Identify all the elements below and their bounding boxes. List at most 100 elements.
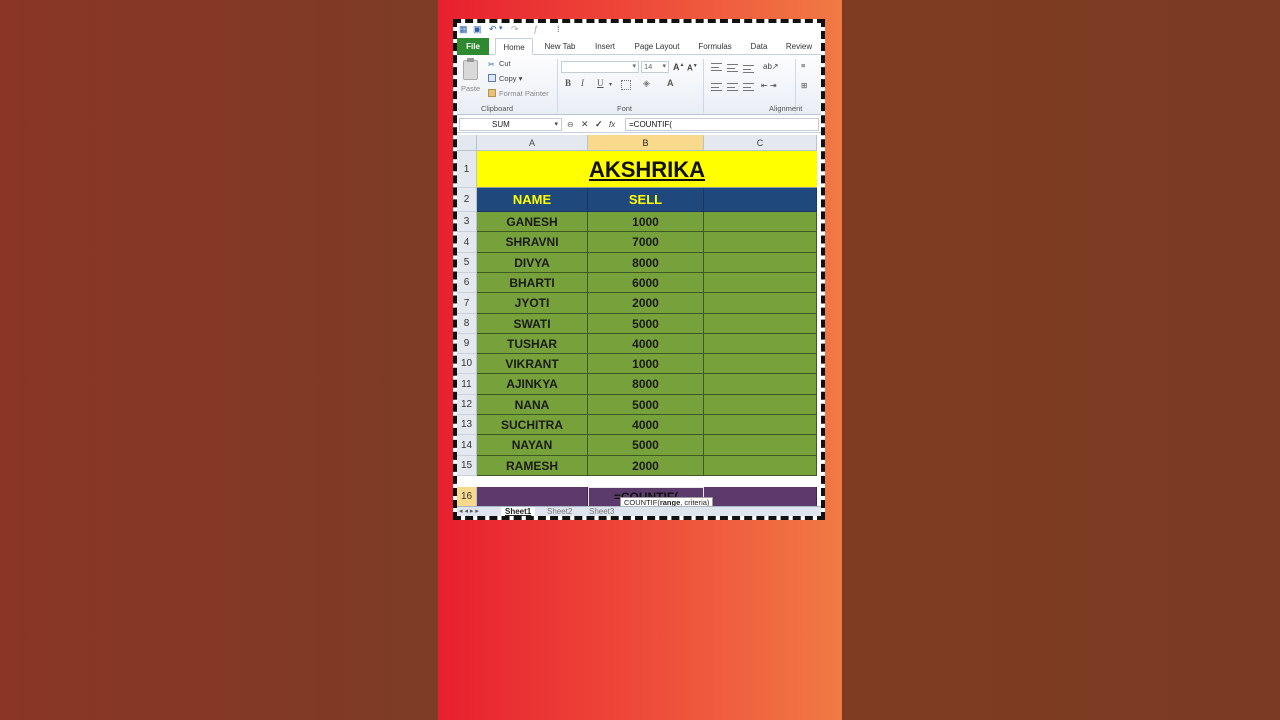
save-icon[interactable]: ▣ bbox=[473, 24, 482, 35]
borders-icon[interactable] bbox=[621, 80, 631, 90]
align-left-icon[interactable] bbox=[711, 83, 722, 91]
tab-file[interactable]: File bbox=[457, 38, 489, 55]
row-header-2[interactable]: 2 bbox=[457, 188, 477, 212]
cell-c16[interactable] bbox=[704, 487, 817, 507]
function-icon[interactable]: ƒ bbox=[533, 24, 538, 34]
row-header[interactable]: 11 bbox=[457, 374, 477, 395]
row-header[interactable]: 9 bbox=[457, 334, 477, 354]
header-name-cell[interactable]: NAME bbox=[477, 188, 588, 212]
empty-cell-c[interactable] bbox=[704, 334, 817, 354]
name-cell[interactable]: VIKRANT bbox=[477, 354, 588, 374]
empty-cell-c[interactable] bbox=[704, 354, 817, 374]
indent-icon[interactable]: ⇤ ⇥ bbox=[761, 81, 777, 90]
row-header[interactable]: 8 bbox=[457, 314, 477, 334]
align-bottom-icon[interactable] bbox=[743, 65, 754, 73]
empty-cell-c[interactable] bbox=[704, 374, 817, 395]
empty-cell-c[interactable] bbox=[704, 456, 817, 476]
formula-input[interactable]: =COUNTIF( bbox=[625, 118, 819, 131]
tab-new-tab[interactable]: New Tab bbox=[539, 38, 581, 55]
header-sell-cell[interactable]: SELL bbox=[588, 188, 704, 212]
name-cell[interactable]: JYOTI bbox=[477, 293, 588, 314]
font-name-box[interactable]: ▾ bbox=[561, 61, 639, 73]
name-cell[interactable]: NANA bbox=[477, 395, 588, 415]
align-right-icon[interactable] bbox=[743, 83, 754, 91]
insert-function-icon[interactable]: fx bbox=[609, 118, 615, 131]
cancel-icon[interactable]: ✕ bbox=[581, 118, 589, 131]
sell-cell[interactable]: 5000 bbox=[588, 435, 704, 456]
tab-data[interactable]: Data bbox=[745, 38, 773, 55]
align-top-icon[interactable] bbox=[711, 63, 722, 71]
font-size-box[interactable]: 14 ▾ bbox=[641, 61, 669, 73]
underline-dropdown-icon[interactable]: ▾ bbox=[609, 81, 612, 88]
expand-handle-icon[interactable]: ⊖ bbox=[567, 118, 574, 131]
name-cell[interactable]: SWATI bbox=[477, 314, 588, 334]
name-cell[interactable]: AJINKYA bbox=[477, 374, 588, 395]
empty-cell-c[interactable] bbox=[704, 273, 817, 293]
enter-check-icon[interactable]: ✓ bbox=[595, 118, 603, 131]
name-cell[interactable]: TUSHAR bbox=[477, 334, 588, 354]
row-header[interactable]: 13 bbox=[457, 415, 477, 435]
name-cell[interactable]: SUCHITRA bbox=[477, 415, 588, 435]
cell-a16[interactable] bbox=[477, 487, 588, 507]
empty-cell-c[interactable] bbox=[704, 293, 817, 314]
sheet-tab-2[interactable]: Sheet2 bbox=[543, 507, 576, 516]
format-painter-button[interactable]: Format Painter bbox=[488, 89, 549, 98]
tab-formulas[interactable]: Formulas bbox=[693, 38, 737, 55]
grow-font-icon[interactable]: A▲ bbox=[673, 62, 684, 72]
row-header-1[interactable]: 1 bbox=[457, 151, 477, 188]
sell-cell[interactable]: 2000 bbox=[588, 456, 704, 476]
sell-cell[interactable]: 4000 bbox=[588, 415, 704, 435]
italic-button[interactable]: I bbox=[581, 78, 584, 88]
row-header[interactable]: 3 bbox=[457, 212, 477, 232]
undo-dropdown-icon[interactable]: ▾ bbox=[499, 24, 503, 32]
empty-cell-c[interactable] bbox=[704, 395, 817, 415]
underline-button[interactable]: U bbox=[597, 78, 604, 88]
bold-button[interactable]: B bbox=[565, 78, 571, 88]
empty-cell-c[interactable] bbox=[704, 212, 817, 232]
merge-icon[interactable]: ⊞ bbox=[801, 81, 807, 90]
name-cell[interactable]: RAMESH bbox=[477, 456, 588, 476]
row-header-16[interactable]: 16 bbox=[457, 487, 477, 507]
row-header[interactable]: 7 bbox=[457, 293, 477, 314]
tab-review[interactable]: Review bbox=[781, 38, 817, 55]
sell-cell[interactable]: 6000 bbox=[588, 273, 704, 293]
empty-cell-c[interactable] bbox=[704, 415, 817, 435]
undo-icon[interactable]: ↶ bbox=[489, 24, 497, 35]
name-box[interactable]: SUM ▾ bbox=[459, 118, 562, 131]
sheet-tab-1[interactable]: Sheet1 bbox=[501, 507, 536, 516]
customize-qat-icon[interactable]: ⁞ bbox=[557, 24, 560, 34]
cut-button[interactable]: ✂ Cut bbox=[488, 59, 511, 69]
shrink-font-icon[interactable]: A▼ bbox=[687, 63, 698, 73]
empty-cell-c[interactable] bbox=[704, 435, 817, 456]
row-header[interactable]: 14 bbox=[457, 435, 477, 456]
align-middle-icon[interactable] bbox=[727, 64, 738, 72]
tab-page-layout[interactable]: Page Layout bbox=[629, 38, 685, 55]
name-cell[interactable]: BHARTI bbox=[477, 273, 588, 293]
tab-home[interactable]: Home bbox=[495, 38, 533, 55]
sell-cell[interactable]: 2000 bbox=[588, 293, 704, 314]
row-header[interactable]: 5 bbox=[457, 253, 477, 273]
sell-cell[interactable]: 1000 bbox=[588, 354, 704, 374]
orientation-icon[interactable]: ab↗ bbox=[763, 62, 779, 71]
sell-cell[interactable]: 5000 bbox=[588, 314, 704, 334]
row-header[interactable]: 4 bbox=[457, 232, 477, 253]
title-cell[interactable]: AKSHRIKA bbox=[477, 151, 817, 188]
sheet-nav-arrows-icon[interactable]: ◂ ◂ ▸ ▸ bbox=[459, 507, 479, 516]
row-header[interactable]: 15 bbox=[457, 456, 477, 476]
align-center-icon[interactable] bbox=[727, 83, 738, 91]
empty-cell-c[interactable] bbox=[704, 232, 817, 253]
tab-insert[interactable]: Insert bbox=[589, 38, 621, 55]
row-header[interactable]: 12 bbox=[457, 395, 477, 415]
name-cell[interactable]: GANESH bbox=[477, 212, 588, 232]
empty-cell-c[interactable] bbox=[704, 253, 817, 273]
fill-color-icon[interactable]: ◈ bbox=[643, 78, 650, 89]
sell-cell[interactable]: 8000 bbox=[588, 253, 704, 273]
name-cell[interactable]: NAYAN bbox=[477, 435, 588, 456]
column-header-b[interactable]: B bbox=[588, 135, 704, 151]
sell-cell[interactable]: 7000 bbox=[588, 232, 704, 253]
paste-button[interactable]: Paste bbox=[461, 58, 481, 96]
select-all-corner[interactable] bbox=[457, 135, 477, 151]
name-cell[interactable]: DIVYA bbox=[477, 253, 588, 273]
copy-button[interactable]: Copy ▾ bbox=[488, 74, 522, 83]
empty-cell-c[interactable] bbox=[704, 314, 817, 334]
